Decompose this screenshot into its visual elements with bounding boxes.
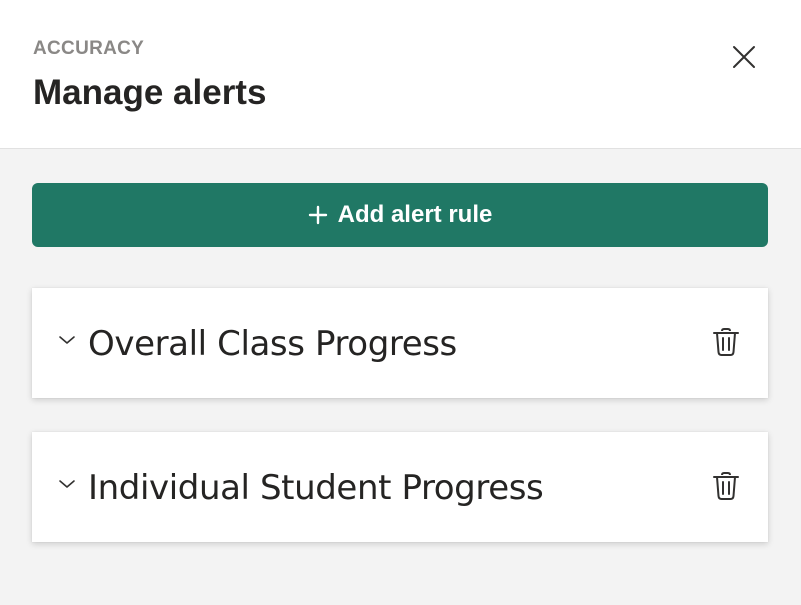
chevron-down-icon[interactable] [58, 478, 76, 490]
plus-icon [308, 205, 327, 225]
close-button[interactable] [722, 35, 766, 79]
panel-title: Manage alerts [33, 73, 267, 112]
panel-header: ACCURACY Manage alerts [0, 0, 801, 149]
add-alert-rule-button[interactable]: Add alert rule [32, 183, 768, 247]
close-icon [733, 46, 755, 68]
manage-alerts-panel: ACCURACY Manage alerts Add alert rule Ov… [0, 0, 801, 605]
add-alert-rule-label: Add alert rule [337, 201, 493, 228]
delete-rule-button[interactable] [710, 326, 742, 358]
alert-rule-card[interactable]: Overall Class Progress [32, 288, 768, 398]
trash-icon [713, 328, 739, 356]
alert-rule-name: Overall Class Progress [88, 324, 457, 364]
alert-rule-card[interactable]: Individual Student Progress [32, 432, 768, 542]
chevron-down-icon[interactable] [58, 334, 76, 346]
panel-eyebrow: ACCURACY [33, 38, 145, 59]
delete-rule-button[interactable] [710, 470, 742, 502]
trash-icon [713, 472, 739, 500]
alert-rule-name: Individual Student Progress [88, 468, 544, 508]
